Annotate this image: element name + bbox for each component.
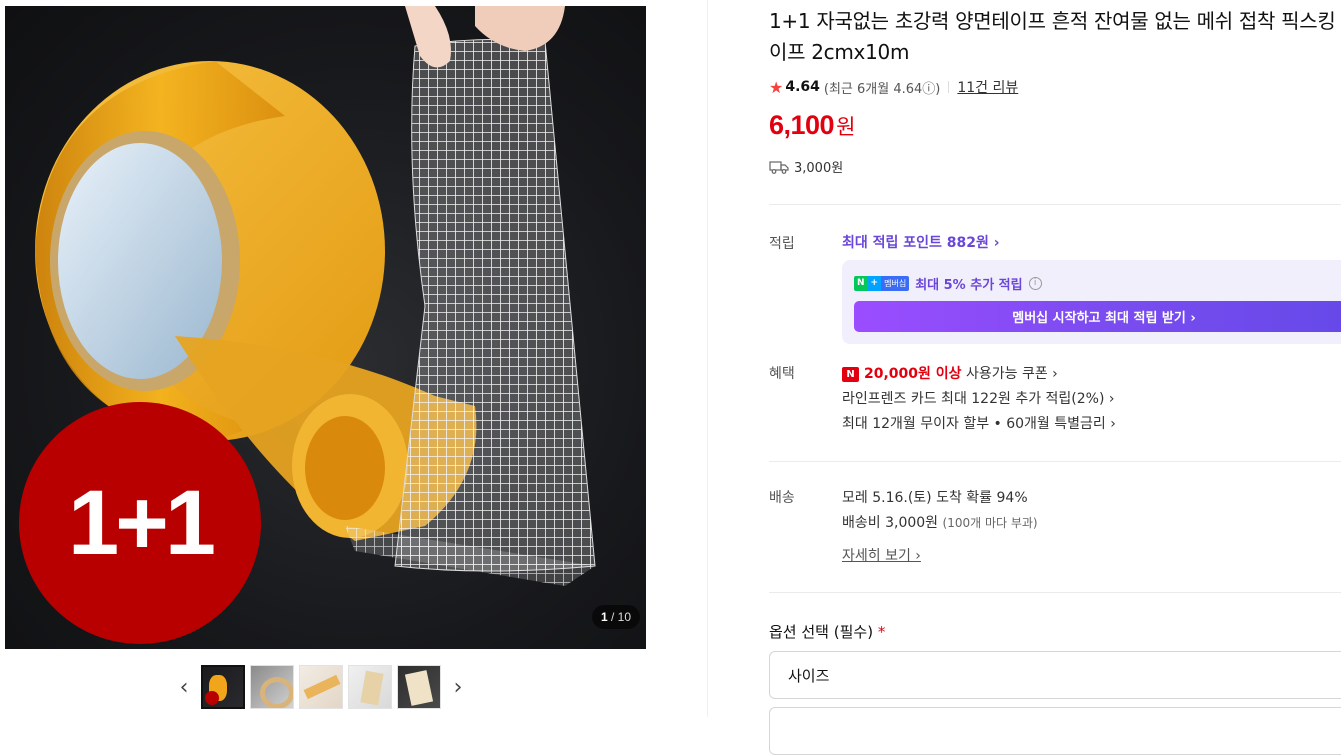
delivery-label: 배송 (769, 490, 795, 506)
chevron-left-icon[interactable]: ‹ (172, 665, 196, 709)
counter-total: 10 (617, 610, 631, 624)
shipping-fee-summary: 3,000원 (769, 157, 843, 176)
option-label-text: 옵션 선택 (필수) (769, 623, 874, 641)
card-benefit[interactable]: 라인프렌즈 카드 최대 122원 추가 적립(2%) › (842, 388, 1114, 408)
arrival-estimate: 모레 5.16.(토) 도착 확률 94% (842, 490, 1028, 506)
npay-n-logo: N (854, 276, 868, 291)
coupon-text: 사용가능 쿠폰 › (961, 366, 1058, 382)
npay-plus-logo: + (867, 276, 882, 291)
image-counter: 1 / 10 (591, 605, 640, 629)
required-mark: * (877, 623, 886, 641)
thumbnail-1[interactable] (201, 665, 245, 709)
truck-icon (769, 160, 789, 174)
star-icon: ★ (769, 77, 784, 97)
benefits-label: 혜택 (769, 366, 795, 382)
start-membership-button[interactable]: 멤버십 시작하고 최대 적립 받기 › (854, 301, 1341, 332)
product-main-image[interactable]: 1+1 1 / 10 (5, 6, 646, 649)
npay-membership-text: 멤버십 (881, 276, 910, 291)
thumbnail-strip: ‹ › (172, 664, 470, 710)
section-divider (769, 204, 1341, 205)
thumbnail-2[interactable] (250, 665, 294, 709)
npay-coupon-icon: N (842, 367, 859, 382)
max-points-link[interactable]: 최대 적립 포인트 882원 › (842, 232, 1000, 252)
chevron-right-icon[interactable]: › (446, 665, 470, 709)
delivery-fee-note: (100개 마다 부과) (942, 516, 1038, 530)
rating-row: ★ 4.64 (최근 6개월 4.64ⓘ) 11건 리뷰 (769, 77, 1018, 97)
counter-current: 1 (600, 610, 608, 624)
coupon-benefit[interactable]: N 20,000원 이상 사용가능 쿠폰 › (842, 363, 1058, 383)
second-option-select[interactable] (769, 707, 1341, 755)
shipping-fee-text: 3,000원 (794, 161, 844, 176)
product-title: 1+1 자국없는 초강력 양면테이프 흔적 잔여물 없는 메쉬 접착 픽스킹 테… (769, 9, 1341, 64)
section-divider (769, 592, 1341, 593)
rating-separator (948, 81, 950, 93)
delivery-fee: 배송비 3,000원 (100개 마다 부과) (842, 512, 1038, 532)
points-label: 적립 (769, 236, 795, 252)
section-divider (769, 461, 1341, 462)
thumbnail-4[interactable] (348, 665, 392, 709)
membership-promo: N + 멤버십 최대 5% 추가 적립 i 멤버십 시작하고 최대 적립 받기 … (842, 260, 1341, 344)
option-select-label: 옵션 선택 (필수) * (769, 621, 885, 642)
npay-membership-badge: N + 멤버십 (854, 276, 910, 291)
rating-recent: (최근 6개월 4.64ⓘ) (823, 81, 941, 97)
size-option-select[interactable]: 사이즈 (769, 651, 1341, 699)
delivery-fee-main: 배송비 3,000원 (842, 515, 939, 531)
delivery-detail-link[interactable]: 자세히 보기 › (842, 545, 921, 565)
price: 6,100 원 (769, 110, 855, 141)
thumbnail-3[interactable] (299, 665, 343, 709)
info-icon[interactable]: i (1028, 277, 1042, 290)
column-divider (707, 0, 708, 717)
membership-extra-text: 최대 5% 추가 적립 (915, 278, 1023, 293)
counter-separator: / (607, 610, 618, 624)
coupon-amount: 20,000원 이상 (864, 366, 962, 382)
price-amount: 6,100 (769, 110, 835, 140)
size-option-placeholder: 사이즈 (788, 666, 830, 685)
membership-extra-points: N + 멤버십 최대 5% 추가 적립 i (854, 274, 1042, 293)
one-plus-one-badge: 1+1 (19, 402, 261, 644)
rating-score: 4.64 (785, 79, 820, 95)
thumbnail-5[interactable] (397, 665, 441, 709)
review-count-link[interactable]: 11건 리뷰 (957, 77, 1018, 97)
installment-benefit[interactable]: 최대 12개월 무이자 할부 • 60개월 특별금리 › (842, 413, 1116, 433)
price-unit: 원 (836, 115, 856, 139)
